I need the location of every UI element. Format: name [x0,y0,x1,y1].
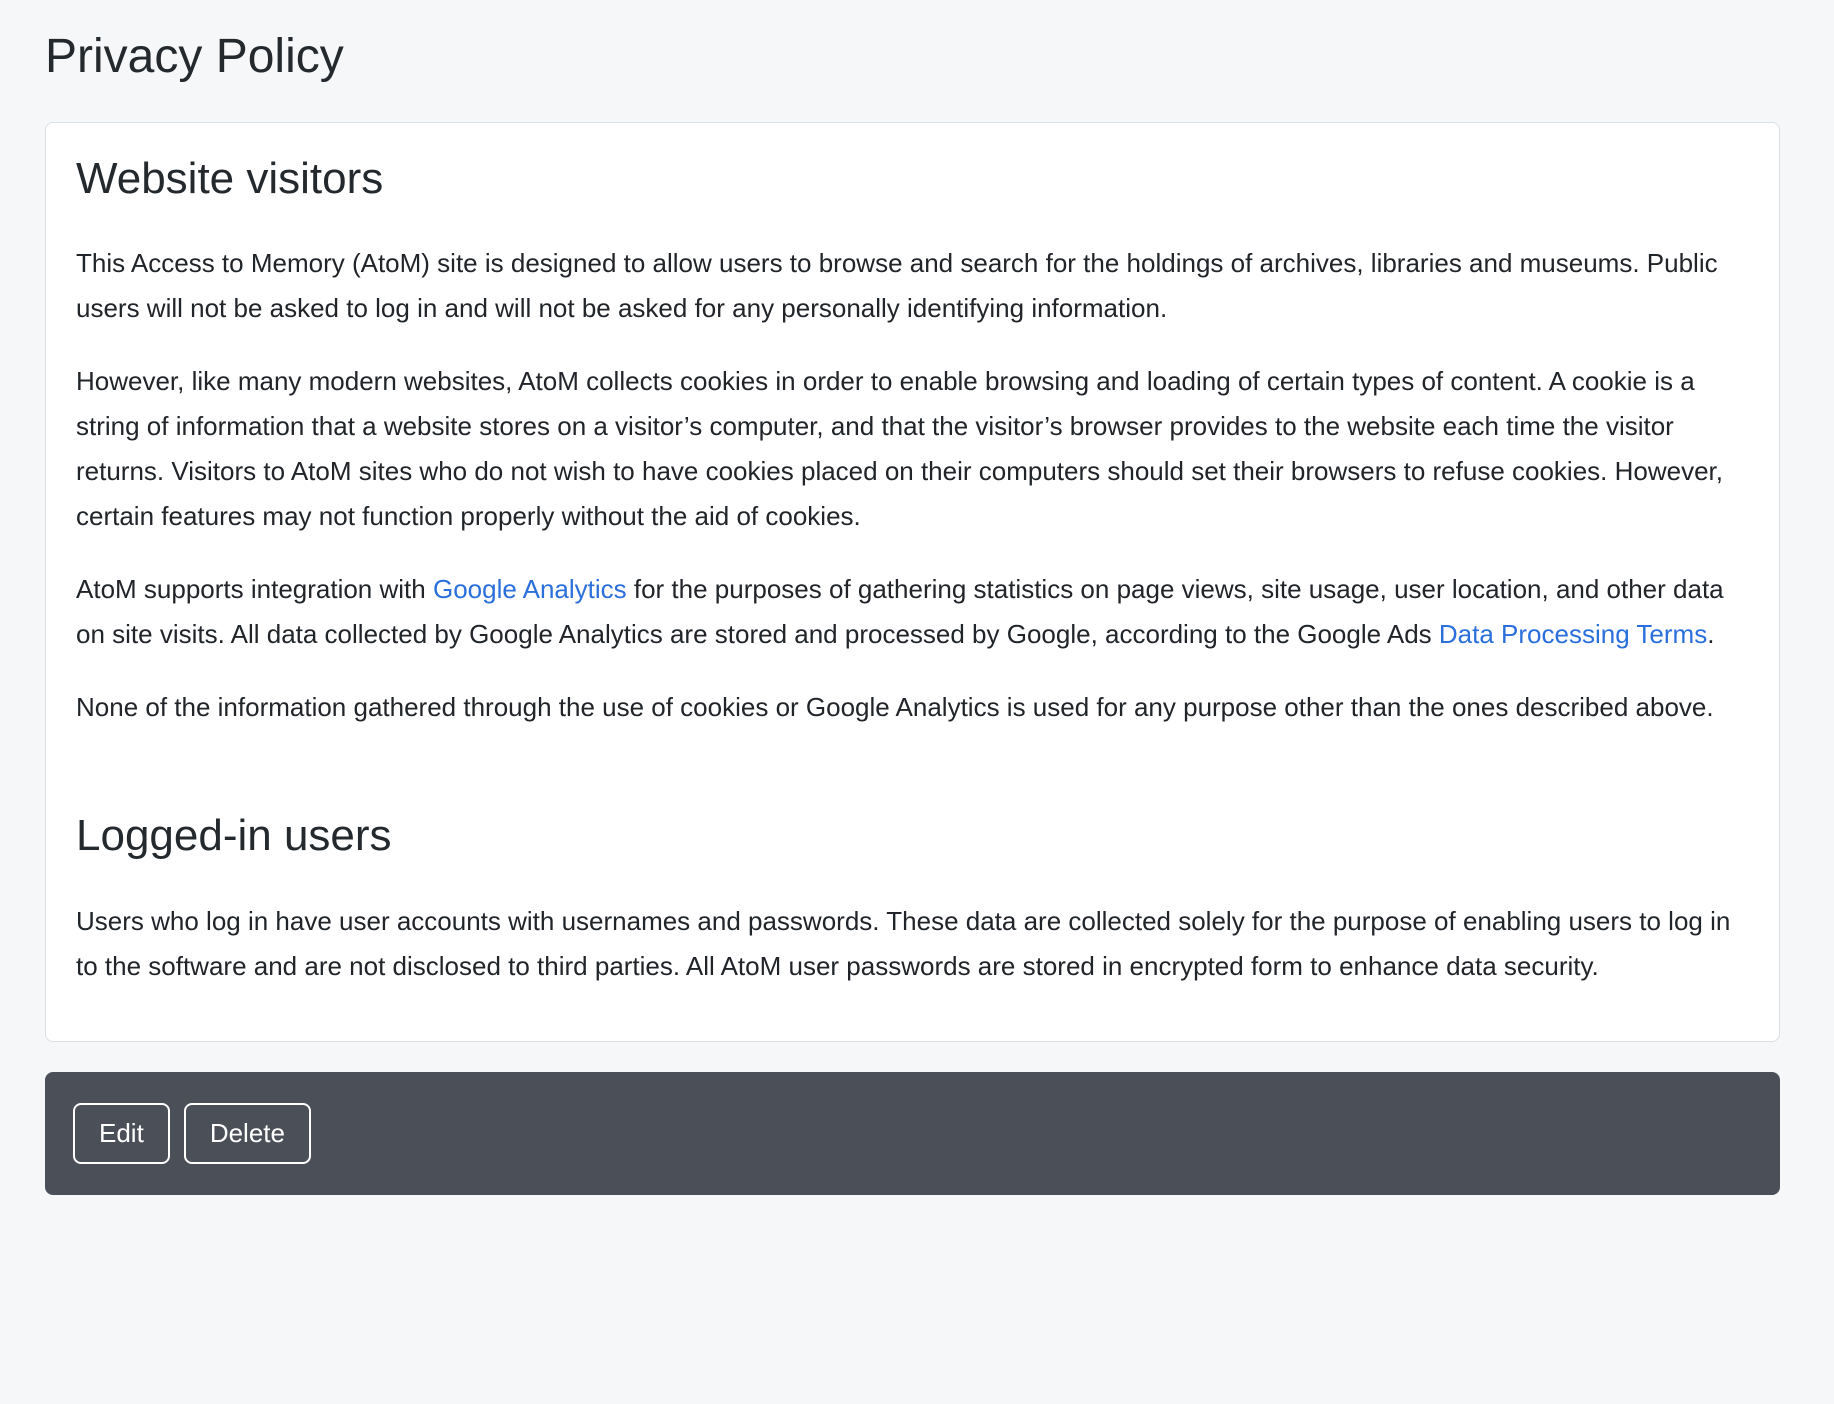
paragraph: However, like many modern websites, AtoM… [76,359,1749,539]
google-analytics-link[interactable]: Google Analytics [433,574,627,604]
text-run: Users who log in have user accounts with… [76,906,1730,981]
paragraph: This Access to Memory (AtoM) site is des… [76,241,1749,331]
section-paragraphs: This Access to Memory (AtoM) site is des… [76,241,1749,730]
text-run: This Access to Memory (AtoM) site is des… [76,248,1718,323]
section-website-visitors: Website visitors This Access to Memory (… [76,153,1749,731]
static-page-card: Website visitors This Access to Memory (… [45,122,1780,1043]
text-run: AtoM supports integration with [76,574,433,604]
delete-button[interactable]: Delete [184,1103,311,1164]
page-title: Privacy Policy [45,28,1780,86]
data-processing-terms-link[interactable]: Data Processing Terms [1439,619,1707,649]
paragraph: None of the information gathered through… [76,685,1749,730]
section-logged-in-users: Logged-in users Users who log in have us… [76,810,1749,989]
text-run: None of the information gathered through… [76,692,1714,722]
actions-bar: Edit Delete [45,1072,1780,1195]
paragraph: Users who log in have user accounts with… [76,899,1749,989]
text-run: . [1707,619,1714,649]
text-run: However, like many modern websites, AtoM… [76,366,1723,531]
section-heading: Logged-in users [76,810,1749,863]
section-heading: Website visitors [76,153,1749,206]
edit-button[interactable]: Edit [73,1103,170,1164]
paragraph: AtoM supports integration with Google An… [76,567,1749,657]
section-paragraphs: Users who log in have user accounts with… [76,899,1749,989]
page: Privacy Policy Website visitors This Acc… [0,0,1834,1225]
